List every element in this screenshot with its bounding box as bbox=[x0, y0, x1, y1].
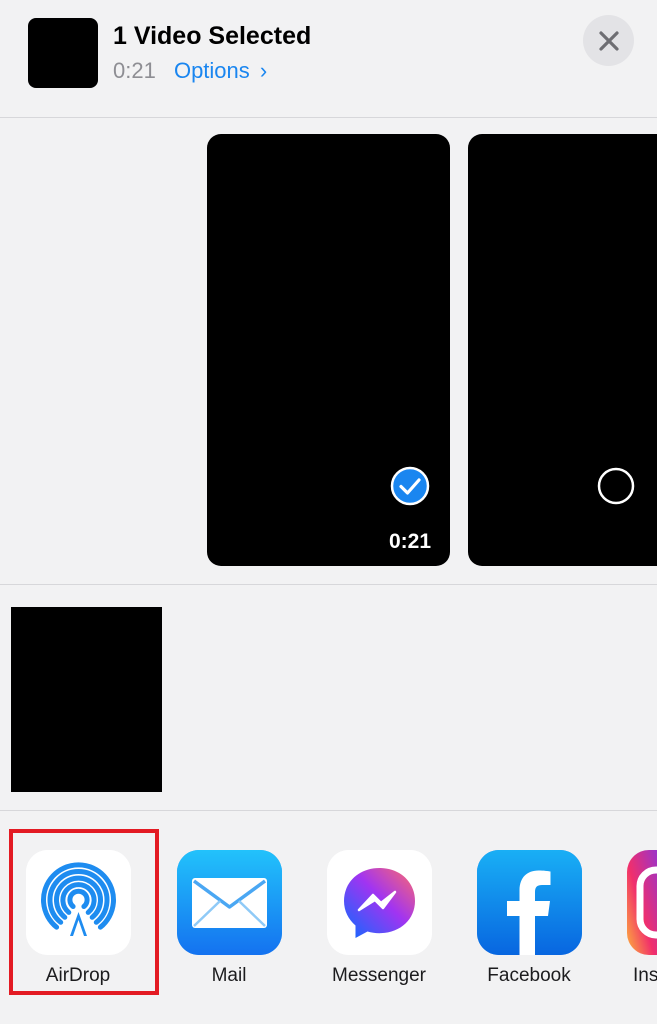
share-header: 1 Video Selected 0:21 Options › bbox=[0, 0, 657, 117]
checkmark-selected-icon[interactable] bbox=[390, 466, 430, 506]
selection-circle-icon[interactable] bbox=[596, 466, 636, 506]
options-label: Options bbox=[173, 58, 250, 83]
video-duration-label: 0:21 bbox=[389, 530, 432, 553]
app-instagram[interactable] bbox=[627, 850, 657, 955]
share-sheet: 1 Video Selected 0:21 Options › 0:21 Air… bbox=[0, 0, 657, 1024]
close-button[interactable] bbox=[583, 15, 634, 66]
app-facebook[interactable] bbox=[477, 850, 582, 955]
suggestion-thumbnail[interactable] bbox=[11, 607, 162, 792]
mail-icon bbox=[177, 850, 282, 955]
video-card-unselected[interactable] bbox=[468, 134, 657, 566]
options-link[interactable]: Options › bbox=[174, 58, 267, 83]
app-messenger[interactable] bbox=[327, 850, 432, 955]
app-label-messenger: Messenger bbox=[332, 965, 426, 986]
selected-video-thumbnail bbox=[28, 18, 98, 88]
selection-subline: 0:21 Options › bbox=[113, 58, 267, 84]
selection-duration: 0:21 bbox=[113, 58, 156, 83]
messenger-icon bbox=[327, 850, 432, 955]
apps-divider bbox=[0, 810, 657, 811]
facebook-icon bbox=[477, 850, 582, 955]
chevron-right-icon: › bbox=[259, 58, 268, 83]
app-mail[interactable] bbox=[177, 850, 282, 955]
app-label-instagram: Ins bbox=[633, 965, 657, 986]
app-label-mail: Mail bbox=[211, 965, 247, 986]
instagram-icon bbox=[627, 850, 657, 955]
video-card-selected[interactable]: 0:21 bbox=[207, 134, 450, 566]
selection-title: 1 Video Selected bbox=[113, 22, 312, 50]
close-icon bbox=[598, 30, 619, 51]
app-label-facebook: Facebook bbox=[487, 965, 571, 986]
picker-divider bbox=[0, 584, 657, 585]
airdrop-highlight-box bbox=[9, 829, 159, 995]
header-divider bbox=[0, 117, 657, 118]
